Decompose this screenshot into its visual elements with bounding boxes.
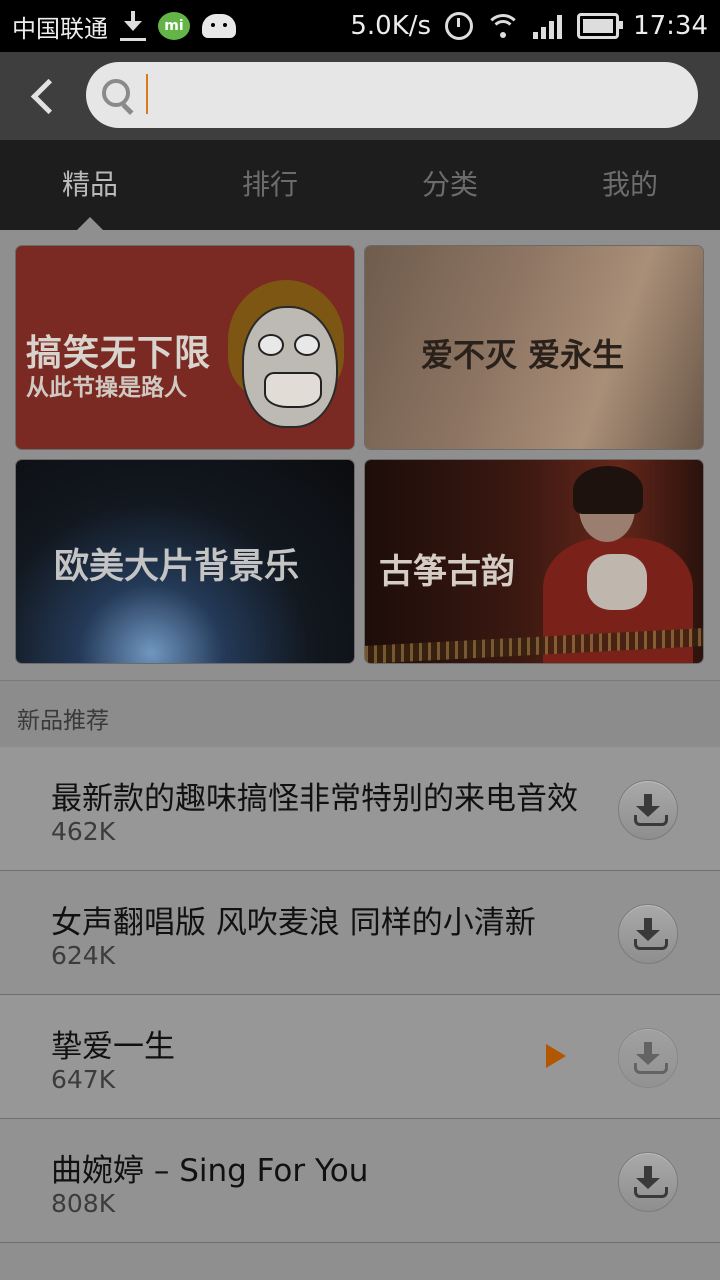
download-icon	[636, 1042, 660, 1065]
tab-bar: 精品 排行 分类 我的	[0, 140, 720, 230]
rage-comic-face-image	[224, 280, 348, 430]
search-input[interactable]	[146, 75, 680, 117]
search-icon	[102, 79, 130, 107]
wifi-icon	[487, 14, 520, 38]
download-icon	[636, 918, 660, 941]
alarm-clock-icon	[445, 12, 474, 40]
mi-talk-icon: mi	[158, 12, 190, 40]
section-title: 新品推荐	[17, 708, 109, 734]
list-item[interactable]: 最新款的趣味搞怪非常特别的来电音效 462K	[0, 747, 720, 871]
banner-guzheng[interactable]: 古筝古韵	[365, 460, 703, 663]
song-list: 最新款的趣味搞怪非常特别的来电音效 462K 女声翻唱版 风吹麦浪 同样的小清新…	[0, 747, 720, 1243]
tab-label: 分类	[421, 168, 478, 201]
tab-category[interactable]: 分类	[360, 140, 540, 230]
song-size: 808K	[51, 1189, 116, 1218]
list-item[interactable]: 曲婉婷 – Sing For You 808K	[0, 1119, 720, 1243]
tab-label: 排行	[241, 168, 298, 201]
song-title: 女声翻唱版 风吹麦浪 同样的小清新	[51, 905, 536, 941]
song-title: 挚爱一生	[51, 1029, 175, 1065]
search-box[interactable]	[86, 62, 698, 128]
tab-label: 我的	[601, 168, 658, 201]
download-button[interactable]	[618, 1152, 678, 1212]
tab-ranking[interactable]: 排行	[180, 140, 360, 230]
banner-title: 古筝古韵	[379, 552, 515, 592]
banner-love[interactable]: 爱不灭 爱永生	[365, 246, 703, 449]
song-title: 曲婉婷 – Sing For You	[51, 1153, 369, 1189]
clock-time: 17:34	[633, 11, 708, 41]
song-title: 最新款的趣味搞怪非常特别的来电音效	[51, 781, 578, 817]
battery-icon	[577, 13, 624, 39]
list-item[interactable]: 女声翻唱版 风吹麦浪 同样的小清新 624K	[0, 871, 720, 995]
list-item[interactable]: 挚爱一生 647K	[0, 995, 720, 1119]
download-button[interactable]	[618, 904, 678, 964]
carrier-name: 中国联通	[12, 14, 108, 43]
back-button[interactable]	[22, 72, 66, 120]
banner-funny[interactable]: 搞笑无下限 从此节操是路人	[16, 246, 354, 449]
tab-mine[interactable]: 我的	[540, 140, 720, 230]
song-size: 647K	[51, 1065, 116, 1094]
song-size: 624K	[51, 941, 116, 970]
android-icon	[202, 14, 236, 38]
section-header: 新品推荐	[0, 680, 720, 748]
tab-featured[interactable]: 精品	[0, 140, 180, 230]
status-bar-right: 5.0K/s 17:34	[350, 0, 708, 52]
song-size: 462K	[51, 817, 116, 846]
network-speed: 5.0K/s	[350, 11, 432, 41]
search-header	[0, 52, 720, 140]
download-button[interactable]	[618, 1028, 678, 1088]
tab-label: 精品	[61, 168, 118, 201]
download-button[interactable]	[618, 780, 678, 840]
status-bar-left: 中国联通 mi	[12, 0, 236, 52]
banner-title: 爱不灭 爱永生	[421, 336, 625, 374]
banner-subtitle: 从此节操是路人	[26, 375, 187, 401]
banner-title: 欧美大片背景乐	[54, 547, 300, 587]
download-icon	[636, 794, 660, 817]
download-icon	[120, 11, 146, 41]
banner-grid: 搞笑无下限 从此节操是路人 爱不灭 爱永生 欧美大片背景乐 古筝古韵	[16, 246, 704, 664]
play-icon[interactable]	[546, 1044, 566, 1068]
banner-movie-bgm[interactable]: 欧美大片背景乐	[16, 460, 354, 663]
download-icon	[636, 1166, 660, 1189]
signal-icon	[533, 13, 563, 39]
status-bar: 中国联通 mi 5.0K/s 17:34	[0, 0, 720, 52]
active-tab-indicator	[77, 217, 103, 230]
